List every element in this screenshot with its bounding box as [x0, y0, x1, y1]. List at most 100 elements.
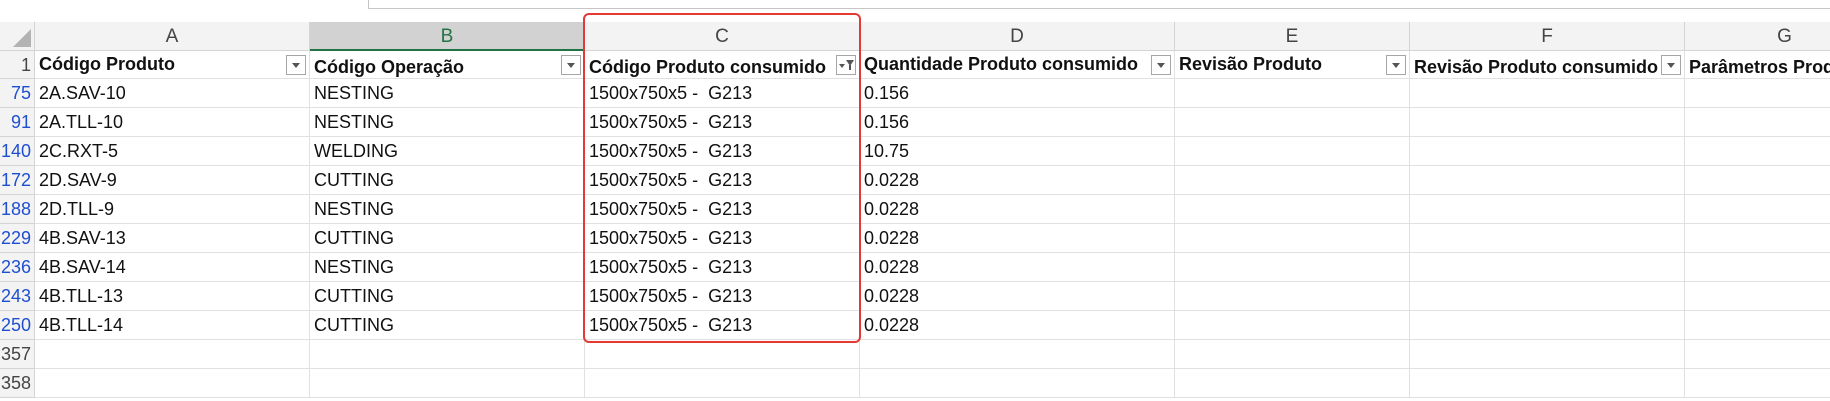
table-cell-c[interactable]: 1500x750x5 - G213: [585, 137, 860, 166]
filter-dropdown-icon[interactable]: [561, 55, 581, 75]
table-cell-g[interactable]: [1685, 224, 1830, 253]
table-cell-d[interactable]: 0.0228: [860, 224, 1175, 253]
table-cell-b[interactable]: CUTTING: [310, 224, 585, 253]
table-cell-empty[interactable]: [1410, 340, 1685, 369]
table-cell-a[interactable]: 2D.SAV-9: [35, 166, 310, 195]
header-cell-a[interactable]: Código Produto: [35, 51, 310, 79]
table-cell-e[interactable]: [1175, 282, 1410, 311]
table-cell-f[interactable]: [1410, 79, 1685, 108]
table-cell-a[interactable]: 2A.TLL-10: [35, 108, 310, 137]
table-cell-c[interactable]: 1500x750x5 - G213: [585, 166, 860, 195]
row-header[interactable]: 75: [0, 79, 35, 108]
table-cell-g[interactable]: [1685, 166, 1830, 195]
table-cell-d[interactable]: 0.0228: [860, 166, 1175, 195]
table-cell-d[interactable]: 10.75: [860, 137, 1175, 166]
filter-dropdown-icon[interactable]: [286, 55, 306, 75]
table-cell-f[interactable]: [1410, 137, 1685, 166]
column-header-g[interactable]: G: [1685, 22, 1830, 51]
filter-dropdown-icon[interactable]: [1386, 55, 1406, 75]
table-cell-empty[interactable]: [1175, 369, 1410, 398]
row-header[interactable]: 236: [0, 253, 35, 282]
table-cell-c[interactable]: 1500x750x5 - G213: [585, 224, 860, 253]
header-cell-c[interactable]: Código Produto consumido: [585, 51, 860, 79]
table-cell-d[interactable]: 0.156: [860, 79, 1175, 108]
table-cell-g[interactable]: [1685, 137, 1830, 166]
table-cell-e[interactable]: [1175, 311, 1410, 340]
table-cell-empty[interactable]: [585, 340, 860, 369]
table-cell-g[interactable]: [1685, 282, 1830, 311]
table-cell-b[interactable]: NESTING: [310, 79, 585, 108]
table-cell-empty[interactable]: [860, 340, 1175, 369]
header-cell-f[interactable]: Revisão Produto consumido: [1410, 51, 1685, 79]
table-cell-empty[interactable]: [1175, 340, 1410, 369]
row-header-1[interactable]: 1: [0, 51, 35, 79]
row-header[interactable]: 357: [0, 340, 35, 369]
row-header[interactable]: 229: [0, 224, 35, 253]
table-cell-empty[interactable]: [860, 369, 1175, 398]
table-cell-f[interactable]: [1410, 311, 1685, 340]
table-cell-f[interactable]: [1410, 282, 1685, 311]
table-cell-empty[interactable]: [585, 369, 860, 398]
row-header[interactable]: 140: [0, 137, 35, 166]
table-cell-b[interactable]: NESTING: [310, 195, 585, 224]
table-cell-a[interactable]: 2A.SAV-10: [35, 79, 310, 108]
header-cell-b[interactable]: Código Operação: [310, 51, 585, 79]
table-cell-e[interactable]: [1175, 253, 1410, 282]
table-cell-c[interactable]: 1500x750x5 - G213: [585, 79, 860, 108]
table-cell-f[interactable]: [1410, 166, 1685, 195]
header-cell-g[interactable]: Parâmetros Prod: [1685, 51, 1830, 79]
table-cell-g[interactable]: [1685, 253, 1830, 282]
table-cell-empty[interactable]: [1685, 369, 1830, 398]
filter-active-icon[interactable]: [836, 55, 856, 75]
table-cell-empty[interactable]: [310, 340, 585, 369]
header-cell-d[interactable]: Quantidade Produto consumido: [860, 51, 1175, 79]
column-header-e[interactable]: E: [1175, 22, 1410, 51]
table-cell-empty[interactable]: [1410, 369, 1685, 398]
table-cell-f[interactable]: [1410, 108, 1685, 137]
table-cell-a[interactable]: 4B.SAV-14: [35, 253, 310, 282]
table-cell-empty[interactable]: [35, 369, 310, 398]
table-cell-a[interactable]: 2D.TLL-9: [35, 195, 310, 224]
table-cell-e[interactable]: [1175, 137, 1410, 166]
column-header-a[interactable]: A: [35, 22, 310, 51]
formula-bar[interactable]: [368, 0, 1830, 9]
row-header[interactable]: 250: [0, 311, 35, 340]
table-cell-f[interactable]: [1410, 224, 1685, 253]
table-cell-b[interactable]: NESTING: [310, 108, 585, 137]
select-all-corner[interactable]: [0, 22, 35, 51]
table-cell-empty[interactable]: [35, 340, 310, 369]
table-cell-b[interactable]: NESTING: [310, 253, 585, 282]
table-cell-g[interactable]: [1685, 79, 1830, 108]
row-header[interactable]: 243: [0, 282, 35, 311]
table-cell-d[interactable]: 0.0228: [860, 195, 1175, 224]
table-cell-f[interactable]: [1410, 253, 1685, 282]
table-cell-a[interactable]: 4B.TLL-13: [35, 282, 310, 311]
table-cell-a[interactable]: 4B.TLL-14: [35, 311, 310, 340]
table-cell-e[interactable]: [1175, 108, 1410, 137]
filter-dropdown-icon[interactable]: [1151, 55, 1171, 75]
row-header[interactable]: 172: [0, 166, 35, 195]
table-cell-empty[interactable]: [310, 369, 585, 398]
table-cell-d[interactable]: 0.0228: [860, 311, 1175, 340]
table-cell-c[interactable]: 1500x750x5 - G213: [585, 195, 860, 224]
table-cell-e[interactable]: [1175, 195, 1410, 224]
table-cell-e[interactable]: [1175, 79, 1410, 108]
row-header[interactable]: 91: [0, 108, 35, 137]
table-cell-c[interactable]: 1500x750x5 - G213: [585, 108, 860, 137]
table-cell-b[interactable]: WELDING: [310, 137, 585, 166]
table-cell-g[interactable]: [1685, 108, 1830, 137]
filter-dropdown-icon[interactable]: [1661, 55, 1681, 75]
column-header-d[interactable]: D: [860, 22, 1175, 51]
table-cell-a[interactable]: 2C.RXT-5: [35, 137, 310, 166]
table-cell-f[interactable]: [1410, 195, 1685, 224]
table-cell-e[interactable]: [1175, 166, 1410, 195]
column-header-f[interactable]: F: [1410, 22, 1685, 51]
table-cell-d[interactable]: 0.156: [860, 108, 1175, 137]
table-cell-b[interactable]: CUTTING: [310, 311, 585, 340]
header-cell-e[interactable]: Revisão Produto: [1175, 51, 1410, 79]
table-cell-c[interactable]: 1500x750x5 - G213: [585, 311, 860, 340]
table-cell-d[interactable]: 0.0228: [860, 253, 1175, 282]
table-cell-g[interactable]: [1685, 311, 1830, 340]
row-header[interactable]: 358: [0, 369, 35, 398]
column-header-b[interactable]: B: [310, 22, 585, 51]
